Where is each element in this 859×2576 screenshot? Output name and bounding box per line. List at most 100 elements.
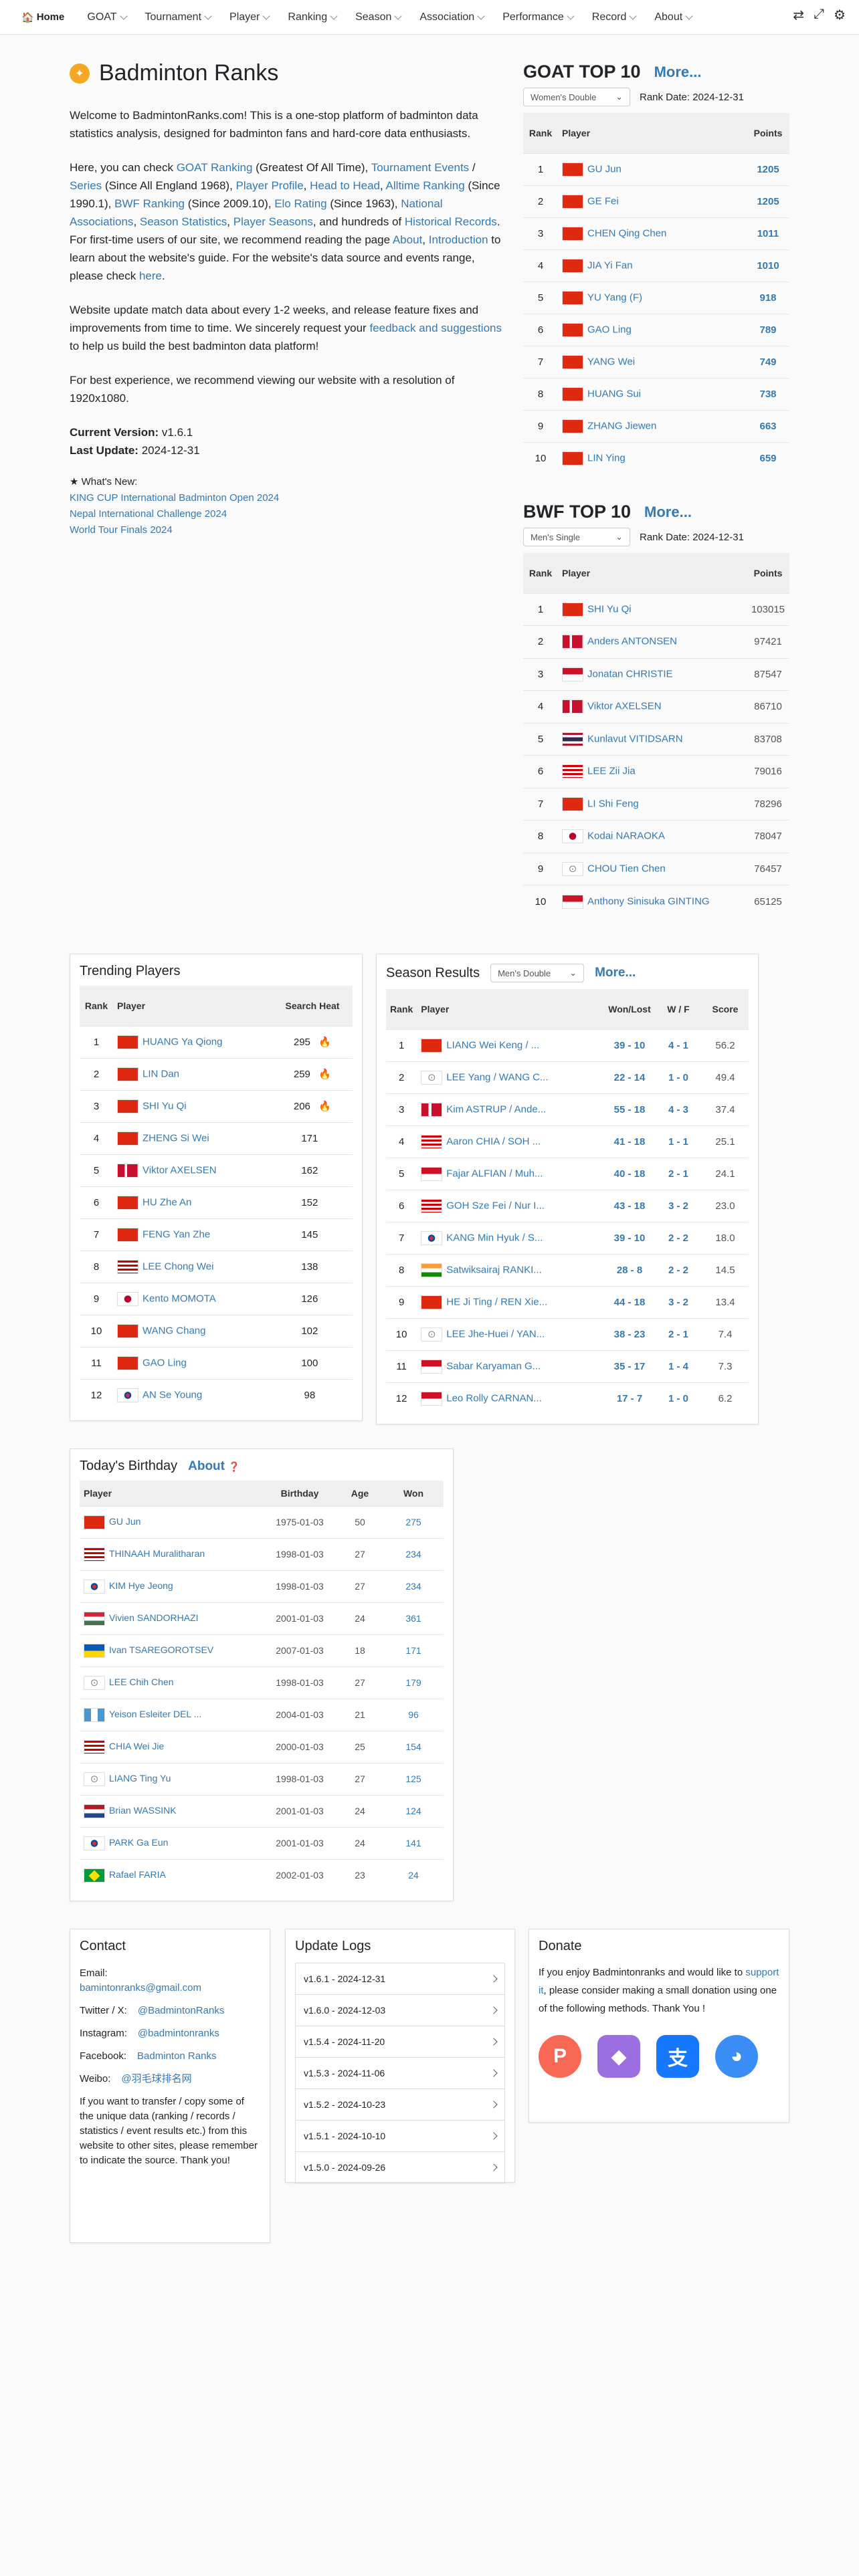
news-link[interactable]: World Tour Finals 2024 bbox=[70, 522, 504, 538]
player-link[interactable]: JIA Yi Fan bbox=[587, 259, 633, 271]
link-pseason[interactable]: Player Seasons bbox=[233, 215, 313, 228]
nav-tournament[interactable]: Tournament bbox=[145, 11, 212, 23]
player-link[interactable]: ZHANG Jiewen bbox=[587, 420, 656, 431]
patreon-icon[interactable]: P bbox=[539, 2035, 581, 2078]
link-records[interactable]: Historical Records bbox=[405, 215, 497, 228]
facebook-link[interactable]: Badminton Ranks bbox=[137, 2049, 216, 2064]
gear-icon[interactable]: ⚙ bbox=[834, 7, 846, 23]
link-alltime[interactable]: Alltime Ranking bbox=[386, 179, 465, 192]
player-link[interactable]: ZHENG Si Wei bbox=[142, 1132, 209, 1144]
link-here[interactable]: here bbox=[139, 270, 162, 282]
news-link[interactable]: Nepal International Challenge 2024 bbox=[70, 506, 504, 522]
birthday-about-link[interactable]: About ❓ bbox=[188, 1459, 240, 1474]
update-log-item[interactable]: v1.6.1 - 2024-12-31 bbox=[295, 1963, 505, 1995]
player-link[interactable]: Kunlavut VITIDSARN bbox=[587, 733, 683, 744]
player-link[interactable]: Kento MOMOTA bbox=[142, 1293, 216, 1304]
player-link[interactable]: CHEN Qing Chen bbox=[587, 227, 666, 239]
update-log-item[interactable]: v1.5.3 - 2024-11-06 bbox=[295, 2057, 505, 2089]
nav-performance[interactable]: Performance bbox=[502, 11, 575, 23]
link-series[interactable]: Series bbox=[70, 179, 102, 192]
player-link[interactable]: LEE Chih Chen bbox=[109, 1677, 174, 1687]
nav-goat[interactable]: GOAT bbox=[87, 11, 128, 23]
player-link[interactable]: Vivien SANDORHAZI bbox=[109, 1612, 199, 1623]
player-link[interactable]: Aaron CHIA / SOH ... bbox=[446, 1136, 541, 1147]
player-link[interactable]: YU Yang (F) bbox=[587, 292, 642, 303]
player-link[interactable]: Ivan TSAREGOROTSEV bbox=[109, 1644, 213, 1655]
player-link[interactable]: KIM Hye Jeong bbox=[109, 1580, 173, 1591]
weibo-link[interactable]: @羽毛球排名网 bbox=[121, 2072, 191, 2086]
player-link[interactable]: Kodai NARAOKA bbox=[587, 831, 665, 842]
goat-category-select[interactable]: Women's Double ⌄ bbox=[523, 88, 630, 106]
link-season[interactable]: Season Statistics bbox=[140, 215, 227, 228]
player-link[interactable]: Anders ANTONSEN bbox=[587, 636, 677, 647]
nav-association[interactable]: Association bbox=[419, 11, 485, 23]
contact-email-link[interactable]: bamintonranks@gmail.com bbox=[80, 1982, 201, 1994]
player-link[interactable]: HU Zhe An bbox=[142, 1196, 191, 1208]
link-elo[interactable]: Elo Rating bbox=[274, 197, 326, 210]
update-log-item[interactable]: v1.5.1 - 2024-10-10 bbox=[295, 2120, 505, 2152]
player-link[interactable]: CHOU Tien Chen bbox=[587, 863, 666, 874]
player-link[interactable]: Anthony Sinisuka GINTING bbox=[587, 895, 710, 907]
season-more-link[interactable]: More... bbox=[595, 966, 636, 980]
nav-player[interactable]: Player bbox=[229, 11, 271, 23]
player-link[interactable]: GAO Ling bbox=[142, 1357, 187, 1368]
player-link[interactable]: LIN Ying bbox=[587, 452, 626, 463]
link-h2h[interactable]: Head to Head bbox=[310, 179, 380, 192]
twitter-link[interactable]: @BadmintonRanks bbox=[138, 2004, 224, 2018]
player-link[interactable]: GE Fei bbox=[587, 195, 619, 207]
player-link[interactable]: LIANG Wei Keng / ... bbox=[446, 1039, 539, 1051]
link-about[interactable]: About bbox=[393, 233, 422, 246]
player-link[interactable]: Yeison Esleiter DEL ... bbox=[109, 1709, 201, 1719]
player-link[interactable]: SHI Yu Qi bbox=[142, 1100, 187, 1111]
update-log-item[interactable]: v1.5.0 - 2024-09-26 bbox=[295, 2151, 505, 2183]
qq-icon[interactable]: ◕ bbox=[715, 2035, 758, 2078]
player-link[interactable]: LEE Chong Wei bbox=[142, 1261, 213, 1272]
player-link[interactable]: LI Shi Feng bbox=[587, 798, 639, 809]
nav-home[interactable]: 🏠 Home bbox=[21, 11, 64, 23]
player-link[interactable]: LEE Zii Jia bbox=[587, 766, 636, 777]
player-link[interactable]: HE Ji Ting / REN Xie... bbox=[446, 1296, 547, 1307]
link-profile[interactable]: Player Profile bbox=[236, 179, 304, 192]
instagram-link[interactable]: @badmintonranks bbox=[138, 2026, 219, 2041]
update-log-item[interactable]: v1.6.0 - 2024-12-03 bbox=[295, 1994, 505, 2026]
news-link[interactable]: KING CUP International Badminton Open 20… bbox=[70, 490, 504, 506]
player-link[interactable]: GU Jun bbox=[109, 1516, 140, 1527]
player-link[interactable]: HUANG Ya Qiong bbox=[142, 1036, 223, 1047]
player-link[interactable]: Rafael FARIA bbox=[109, 1869, 166, 1880]
goat-more-link[interactable]: More... bbox=[654, 64, 702, 81]
player-link[interactable]: GAO Ling bbox=[587, 324, 632, 335]
player-link[interactable]: KANG Min Hyuk / S... bbox=[446, 1232, 543, 1243]
paypal-icon[interactable]: ◆ bbox=[597, 2035, 640, 2078]
alipay-icon[interactable]: 支 bbox=[656, 2035, 699, 2078]
update-log-item[interactable]: v1.5.2 - 2024-10-23 bbox=[295, 2088, 505, 2121]
player-link[interactable]: THINAAH Muralitharan bbox=[109, 1548, 205, 1559]
player-link[interactable]: WANG Chang bbox=[142, 1325, 205, 1336]
link-intro[interactable]: Introduction bbox=[429, 233, 488, 246]
nav-season[interactable]: Season bbox=[355, 11, 403, 23]
nav-about[interactable]: About bbox=[654, 11, 693, 23]
player-link[interactable]: LIN Dan bbox=[142, 1068, 179, 1079]
nav-ranking[interactable]: Ranking bbox=[288, 11, 338, 23]
player-link[interactable]: AN Se Young bbox=[142, 1389, 202, 1400]
player-link[interactable]: YANG Wei bbox=[587, 356, 635, 367]
link-goat[interactable]: GOAT Ranking bbox=[177, 161, 253, 174]
player-link[interactable]: LIANG Ting Yu bbox=[109, 1773, 171, 1784]
bwf-category-select[interactable]: Men's Single ⌄ bbox=[523, 528, 630, 546]
player-link[interactable]: Sabar Karyaman G... bbox=[446, 1360, 541, 1372]
player-link[interactable]: Satwiksairaj RANKI... bbox=[446, 1264, 542, 1275]
player-link[interactable]: Viktor AXELSEN bbox=[587, 701, 662, 712]
player-link[interactable]: GU Jun bbox=[587, 163, 622, 175]
link-feedback[interactable]: feedback and suggestions bbox=[369, 322, 502, 334]
player-link[interactable]: HUANG Sui bbox=[587, 388, 641, 399]
player-link[interactable]: Jonatan CHRISTIE bbox=[587, 668, 673, 679]
nav-record[interactable]: Record bbox=[592, 11, 638, 23]
player-link[interactable]: SHI Yu Qi bbox=[587, 603, 632, 615]
player-link[interactable]: Kim ASTRUP / Ande... bbox=[446, 1103, 546, 1115]
player-link[interactable]: LEE Jhe-Huei / YAN... bbox=[446, 1328, 545, 1339]
player-link[interactable]: CHIA Wei Jie bbox=[109, 1741, 164, 1751]
translate-icon[interactable]: ⇄ bbox=[793, 7, 804, 23]
player-link[interactable]: GOH Sze Fei / Nur I... bbox=[446, 1200, 545, 1211]
player-link[interactable]: Brian WASSINK bbox=[109, 1805, 177, 1816]
player-link[interactable]: LEE Yang / WANG C... bbox=[446, 1071, 548, 1083]
link-bwf[interactable]: BWF Ranking bbox=[114, 197, 185, 210]
